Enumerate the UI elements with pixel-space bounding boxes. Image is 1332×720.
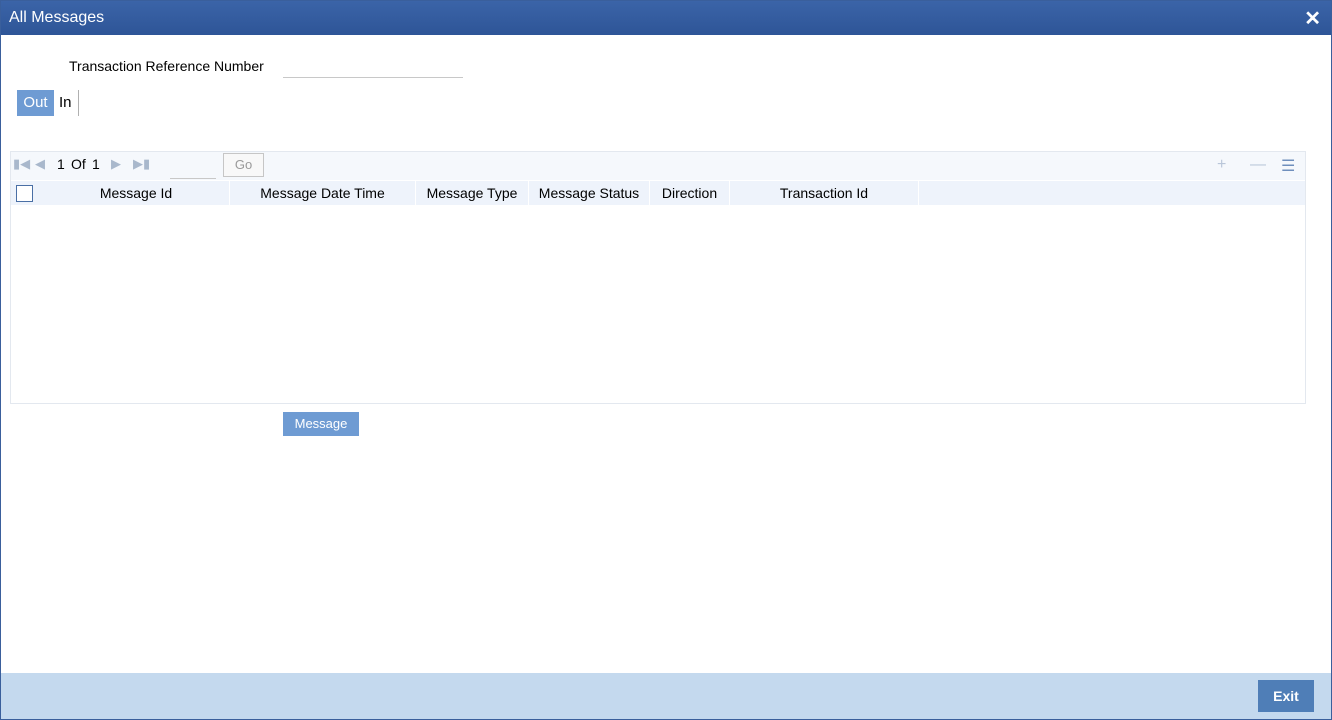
column-header-message-date-time[interactable]: Message Date Time	[230, 181, 416, 205]
remove-row-icon[interactable]: —	[1250, 156, 1266, 174]
pager-of-label: Of	[71, 156, 86, 172]
transaction-reference-label: Transaction Reference Number	[69, 58, 264, 74]
page-number-input[interactable]	[170, 154, 216, 179]
tab-out[interactable]: Out	[17, 90, 54, 116]
message-button[interactable]: Message	[283, 412, 359, 436]
first-page-icon[interactable]: ▮◀	[13, 156, 30, 172]
columns-menu-icon[interactable]: ☰	[1281, 156, 1295, 176]
select-all-checkbox[interactable]	[16, 185, 33, 202]
messages-grid: ▮◀ ◀ 1 Of 1 ▶ ▶▮ Go + — ☰ Message Id Mes…	[10, 151, 1306, 404]
title-bar: All Messages ✕	[1, 1, 1331, 35]
close-icon[interactable]: ✕	[1304, 6, 1321, 31]
grid-pager: ▮◀ ◀ 1 Of 1 ▶ ▶▮ Go + — ☰	[11, 152, 1305, 180]
add-row-icon[interactable]: +	[1217, 156, 1226, 174]
column-header-direction[interactable]: Direction	[650, 181, 730, 205]
column-header-message-status[interactable]: Message Status	[529, 181, 650, 205]
column-header-message-id[interactable]: Message Id	[43, 181, 230, 205]
transaction-reference-input[interactable]	[283, 55, 463, 78]
column-header-message-type[interactable]: Message Type	[416, 181, 529, 205]
pager-total-pages: 1	[92, 156, 100, 172]
last-page-icon[interactable]: ▶▮	[133, 156, 150, 172]
tab-in[interactable]: In	[58, 90, 79, 116]
exit-button[interactable]: Exit	[1258, 680, 1314, 712]
window-title: All Messages	[9, 9, 105, 26]
column-header-transaction-id[interactable]: Transaction Id	[730, 181, 919, 205]
prev-page-icon[interactable]: ◀	[35, 156, 45, 172]
next-page-icon[interactable]: ▶	[111, 156, 121, 172]
go-button[interactable]: Go	[223, 153, 264, 177]
all-messages-window: All Messages ✕ Transaction Reference Num…	[0, 0, 1332, 720]
footer-bar: Exit	[1, 673, 1331, 719]
pager-current-page: 1	[57, 156, 65, 172]
grid-header-row: Message Id Message Date Time Message Typ…	[11, 181, 1305, 205]
